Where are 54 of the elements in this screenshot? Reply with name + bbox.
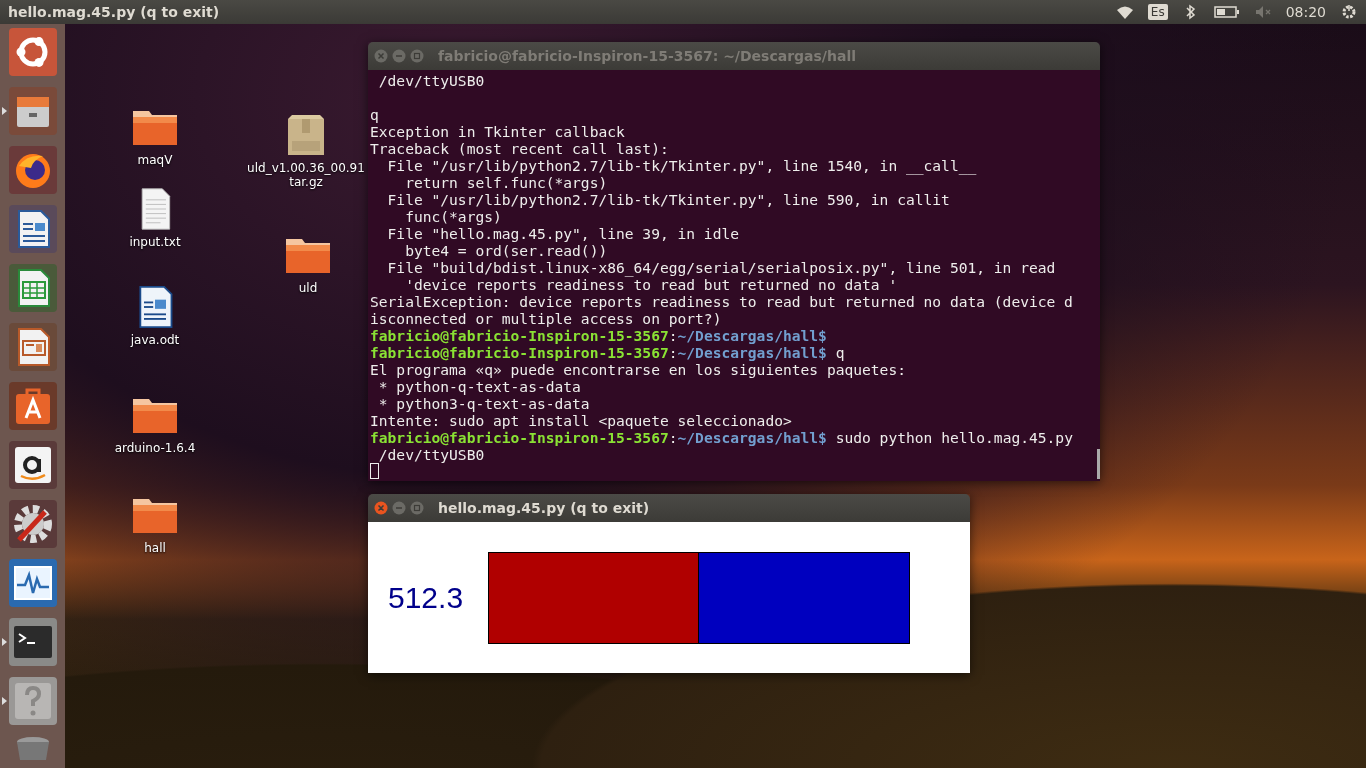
terminal-output-line: /dev/ttyUSB0 xyxy=(377,72,486,89)
desktop-icon-label[interactable]: arduino-1.6.4 xyxy=(114,441,196,455)
shopping-bag-icon[interactable] xyxy=(8,382,57,430)
terminal-output-line: * python3-q-text-as-data xyxy=(377,395,591,412)
terminal-output-line: El programa «q» puede encontrarse en los siguientes paquetes: xyxy=(370,361,907,378)
window-title: fabricio@fabricio-Inspiron-15-3567: ~/Descargas/hall xyxy=(438,48,856,64)
terminal-output-line: func(*args) xyxy=(404,208,503,225)
firefox-icon[interactable] xyxy=(8,146,57,194)
terminal-output-line: Intente: sudo apt install <paquete seleccionado> xyxy=(370,412,793,429)
terminal-output-line: return self.func(*args) xyxy=(404,174,609,191)
power-gear-icon[interactable] xyxy=(1340,4,1358,20)
terminal-output-line: q xyxy=(370,106,380,123)
terminal-output-line: File "build/bdist.linux-x86_64/egg/serial/serialposix.py", line 501, in read xyxy=(386,259,1057,276)
text-document-icon[interactable] xyxy=(8,205,57,253)
desktop-icon-label[interactable]: input.txt xyxy=(129,235,181,249)
terminal-output-line: /dev/ttyUSB0 xyxy=(377,446,486,463)
keyboard-layout-indicator[interactable]: Es xyxy=(1147,4,1168,20)
clock-time[interactable]: 08:20 xyxy=(1285,4,1326,20)
wifi-icon[interactable] xyxy=(1115,4,1134,20)
cursor-icon xyxy=(370,463,379,479)
file-cabinet-icon[interactable] xyxy=(8,87,57,135)
help-icon[interactable] xyxy=(8,677,57,725)
terminal-area[interactable] xyxy=(368,70,1100,481)
terminal-output-line: isconnected or multiple access on port?) xyxy=(370,310,723,327)
gear-wrench-icon[interactable] xyxy=(8,500,57,548)
terminal-prompt-line: fabricio@fabricio-Inspiron-15-3567:~/Descargas/hall$ xyxy=(370,327,828,344)
terminal-output-line: byte4 = ord(ser.read()) xyxy=(404,242,609,259)
desktop-icon-label[interactable]: maqV xyxy=(137,153,173,167)
terminal-output-line: 'device reports readiness to read but returned no data ' xyxy=(404,276,899,293)
system-monitor-icon[interactable] xyxy=(8,559,57,607)
terminal-output-line: Exception in Tkinter callback xyxy=(370,123,626,140)
desktop-icon-label[interactable]: hall xyxy=(144,541,166,555)
terminal-output-line: Traceback (most recent call last): xyxy=(370,140,670,157)
battery-icon[interactable] xyxy=(1213,4,1240,20)
scrollbar[interactable] xyxy=(1097,449,1100,479)
window-title: hello.mag.45.py (q to exit) xyxy=(8,4,221,20)
reading-value: 512.3 xyxy=(388,580,465,615)
terminal-output-line: File "/usr/lib/python2.7/lib-tk/Tkinter.py", line 1540, in __call__ xyxy=(386,157,978,174)
desktop-icon-label[interactable]: uld_v1.00.36_00.91 tar.gz xyxy=(247,161,365,189)
spreadsheet-icon[interactable] xyxy=(8,264,57,312)
terminal-output-line: File "hello.mag.45.py", line 39, in idle xyxy=(386,225,741,242)
terminal-prompt-line: fabricio@fabricio-Inspiron-15-3567:~/Descargas/hall$ sudo python hello.mag.45.py xyxy=(370,429,1074,446)
desktop-icon-label[interactable]: uld xyxy=(298,281,318,295)
ubuntu-logo-icon[interactable] xyxy=(8,28,57,76)
presentation-icon[interactable] xyxy=(8,323,57,371)
terminal-output-line: * python-q-text-as-data xyxy=(377,378,582,395)
window-title: hello.mag.45.py (q to exit) xyxy=(438,500,650,516)
close-button[interactable] xyxy=(374,501,388,515)
amazon-icon[interactable] xyxy=(8,441,57,489)
terminal-icon[interactable] xyxy=(8,618,57,666)
terminal-prompt-line: fabricio@fabricio-Inspiron-15-3567:~/Descargas/hall$ q xyxy=(370,344,846,361)
desktop-icon-label[interactable]: java.odt xyxy=(130,333,180,347)
terminal-output-line: File "/usr/lib/python2.7/lib-tk/Tkinter.py", line 590, in callit xyxy=(386,191,951,208)
terminal-output-line: SerialException: device reports readiness to read but returned no data (device d xyxy=(370,293,1074,310)
